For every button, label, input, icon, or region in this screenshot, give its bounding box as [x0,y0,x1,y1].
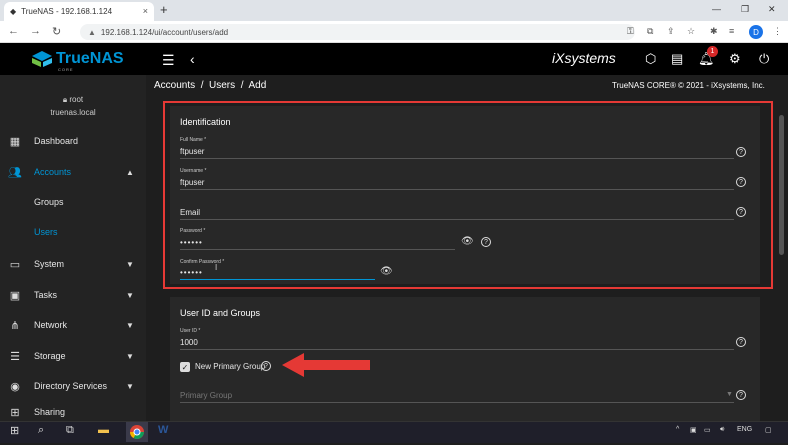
annotation-arrow-icon [282,353,370,377]
task-view-icon[interactable]: ⧉ [66,424,74,437]
sidebar-item-storage[interactable]: ☰ Storage ▼ [0,341,146,371]
collapse-chevron-icon[interactable]: ‹ [190,51,195,67]
windows-taskbar [0,421,788,443]
bookmark-star-icon[interactable]: ☆ [687,26,695,37]
language-indicator[interactable]: ENG [737,426,752,433]
help-icon[interactable]: ? [261,361,271,371]
settings-gear-icon[interactable]: ⚙ [729,51,741,67]
scrollbar[interactable] [779,115,784,255]
url-input[interactable]: ▲ 192.168.1.124/ui/account/users/add [80,24,635,40]
volume-icon[interactable]: 🔊︎ [720,426,724,434]
sidebar-user-block: 🔒︎ root truenas.local [0,75,146,125]
browser-tab[interactable]: ◆ TrueNAS - 192.168.1.124 × [4,2,154,21]
primary-group-underline [180,402,734,403]
chrome-taskbar-icon[interactable] [126,422,148,442]
ixsystems-logo[interactable]: iXsystems [552,50,616,66]
tab-close-icon[interactable]: × [143,6,148,16]
key-icon[interactable]: ⚿ [627,26,634,37]
sharing-icon: ⊞ [10,406,20,419]
truenas-logo[interactable]: TrueNAS [32,50,124,68]
caret-down-icon: ▼ [126,290,134,300]
caret-up-icon: ▲ [126,167,134,177]
help-icon[interactable]: ? [736,390,746,400]
new-primary-group-checkbox[interactable]: ✓ [180,362,190,372]
file-explorer-icon[interactable]: ▬ [98,424,109,436]
notifications-tray-icon[interactable]: ▢ [765,426,772,434]
sidebar-item-groups[interactable]: Groups [0,187,146,217]
sidebar-hostname: truenas.local [50,108,96,117]
new-tab-button[interactable]: + [160,2,168,17]
network-icon: ⋔ [10,319,20,332]
url-text: 192.168.1.124/ui/account/users/add [100,27,229,37]
sidebar-item-accounts[interactable]: 👥︎ Accounts ▲ [0,157,146,187]
truenas-favicon-icon: ◆ [10,7,17,16]
accounts-people-icon: 👥︎ [8,166,22,179]
sidebar-item-tasks[interactable]: ▣ Tasks ▼ [0,280,146,310]
sidebar-item-directory-services[interactable]: ◉ Directory Services ▼ [0,371,146,401]
tasks-calendar-icon: ▣ [9,289,21,302]
close-window-icon[interactable]: ✕ [768,4,776,15]
dropdown-caret-icon[interactable]: ▼ [726,391,733,398]
breadcrumb: Accounts / Users / Add [154,80,267,91]
truecommand-icon[interactable]: ⬡ [645,51,656,67]
menu-toggle-icon[interactable]: ☰ [162,52,175,69]
truenas-logo-icon [32,51,52,67]
new-primary-group-label: New Primary Group [195,362,266,371]
storage-icon: ☰ [10,350,20,363]
sidebar-item-network[interactable]: ⋔ Network ▼ [0,310,146,340]
sidebar-item-dashboard[interactable]: ▦ Dashboard [0,126,146,156]
caret-down-icon: ▼ [126,259,134,269]
back-icon[interactable]: ← [8,25,19,37]
brand-name: TrueNAS [56,50,124,67]
caret-down-icon: ▼ [126,320,134,330]
sidebar-item-users[interactable]: Users [0,217,146,247]
task-manager-icon[interactable]: ▤ [671,51,683,67]
word-icon[interactable]: W [158,424,168,436]
maximize-icon[interactable]: ❐ [741,4,749,15]
reload-icon[interactable]: ↻ [52,25,61,38]
not-secure-icon: ▲ [88,27,96,37]
primary-group-select[interactable]: Primary Group [180,391,232,400]
power-icon[interactable]: ⏻ [759,51,769,67]
share-icon[interactable]: ⇪ [667,26,675,37]
sidebar-username: 🔒︎ root [62,95,84,104]
userid-underline [180,349,734,350]
caret-down-icon: ▼ [126,381,134,391]
browser-tab-bar: ◆ TrueNAS - 192.168.1.124 × + — ❐ ✕ [0,0,788,21]
network-tray-icon[interactable]: ▭ [704,426,711,434]
forward-icon[interactable]: → [30,25,41,37]
profile-avatar[interactable]: D [749,25,763,39]
tab-title: TrueNAS - 192.168.1.124 [21,7,113,16]
userid-input[interactable]: 1000 [180,338,198,347]
address-bar-row: ← → ↻ ▲ 192.168.1.124/ui/account/users/a… [0,21,788,43]
help-icon[interactable]: ? [736,337,746,347]
minimize-icon[interactable]: — [712,4,721,14]
extensions-icon[interactable]: ✱ [710,26,718,37]
notification-badge: 1 [707,46,718,57]
translate-icon[interactable]: ⧉ [647,26,653,37]
caret-down-icon: ▼ [126,351,134,361]
sidebar-item-system[interactable]: ▭ System ▼ [0,249,146,279]
copyright-text: TrueNAS CORE® © 2021 - iXsystems, Inc. [612,81,765,90]
sidebar-item-sharing[interactable]: ⊞ Sharing [0,403,146,421]
windows-start-icon[interactable]: ⊞ [10,424,19,437]
dashboard-icon: ▦ [9,135,21,148]
highlight-box [163,101,773,289]
tray-app-icon[interactable]: ▣ [690,426,697,434]
userid-label: User ID * [180,328,201,334]
directory-services-icon: ◉ [10,380,20,393]
search-icon[interactable]: ⌕ [38,424,44,437]
system-monitor-icon: ▭ [9,258,21,271]
lock-icon: 🔒︎ [62,95,68,104]
browser-menu-icon[interactable]: ⋮ [773,26,782,37]
reading-list-icon[interactable]: ≡ [729,26,734,36]
tray-chevron-icon[interactable]: ^ [676,426,679,433]
brand-sub: CORE [58,67,74,72]
userid-groups-title: User ID and Groups [180,308,261,318]
